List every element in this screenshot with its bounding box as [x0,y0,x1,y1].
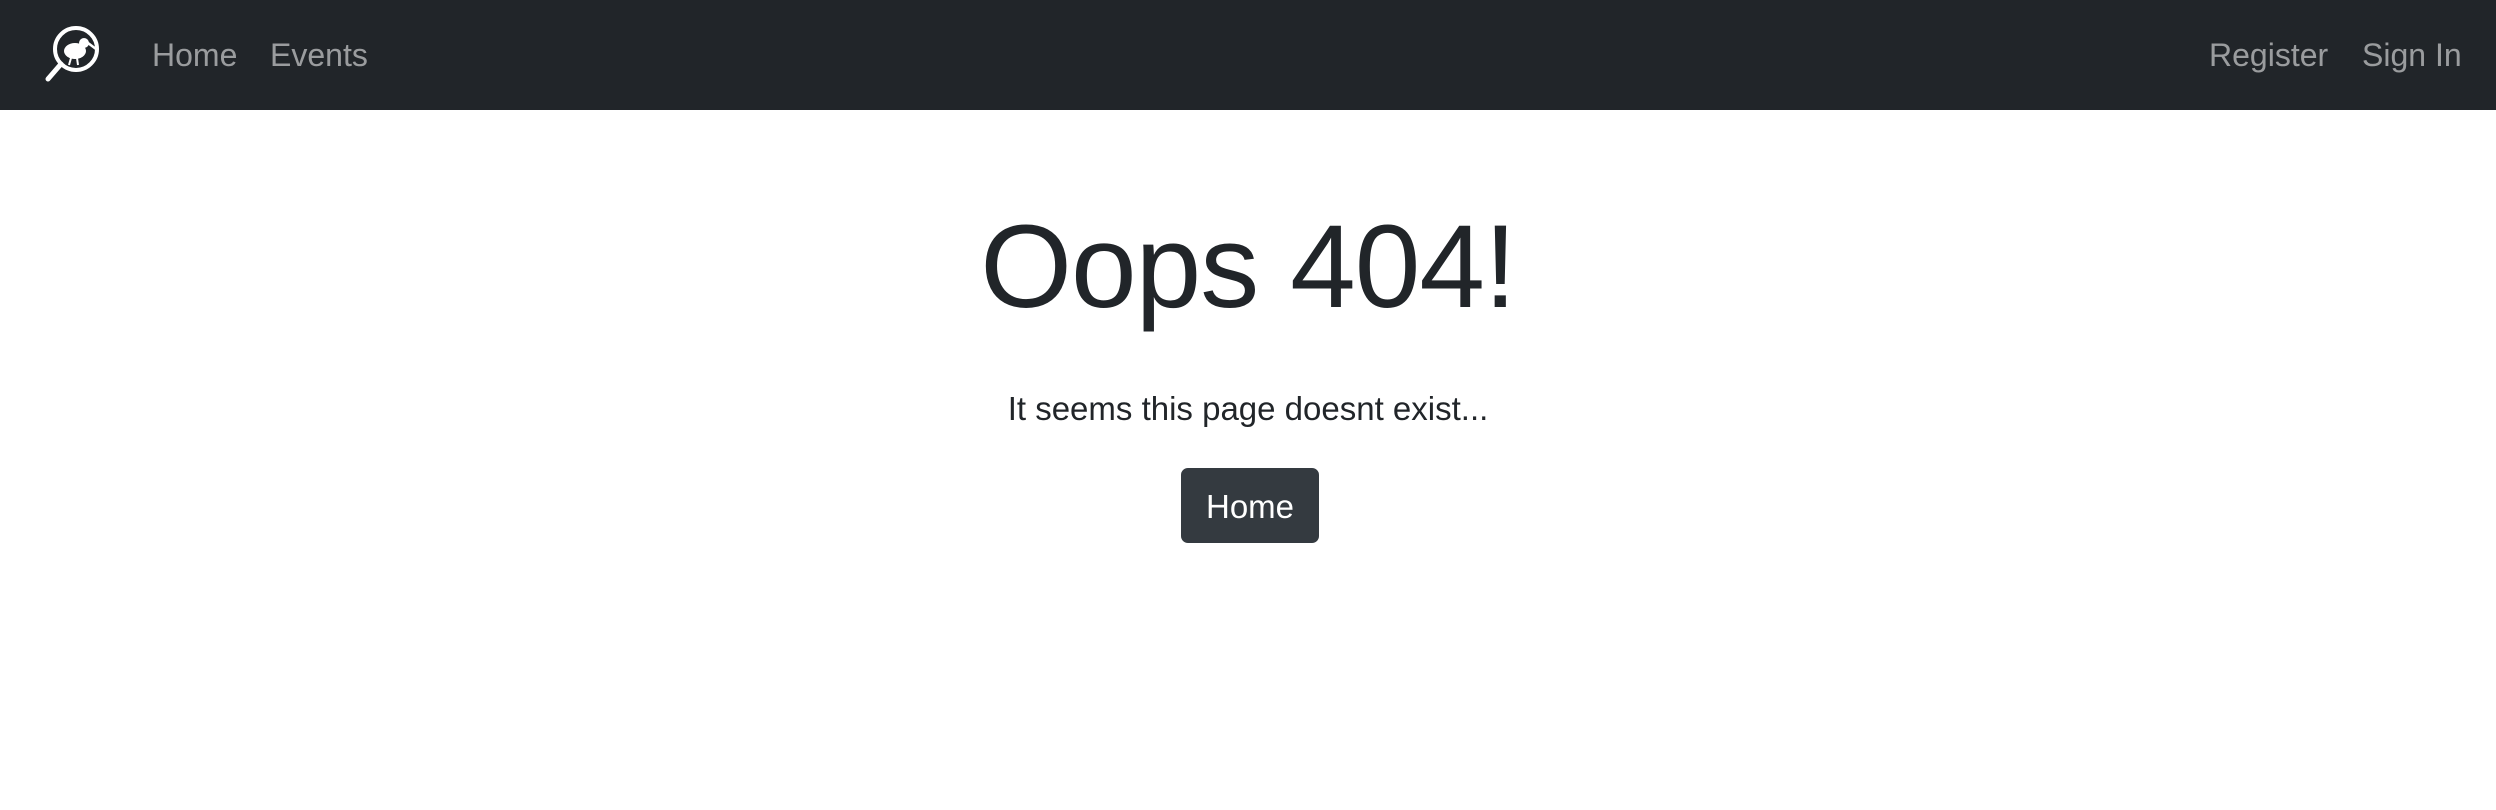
kiwi-magnifier-logo-icon [45,26,99,82]
brand-logo[interactable] [44,25,104,85]
nav-link-sign-in[interactable]: Sign In [2362,0,2462,110]
top-navbar: Home Events Register Sign In [0,0,2496,110]
nav-link-register[interactable]: Register [2209,0,2328,110]
error-message: It seems this page doesnt exist... [1007,390,1489,427]
nav-link-events[interactable]: Events [270,0,368,110]
home-button[interactable]: Home [1181,468,1319,543]
error-title: Oops 404! [980,201,1516,333]
nav-link-home[interactable]: Home [152,0,237,110]
